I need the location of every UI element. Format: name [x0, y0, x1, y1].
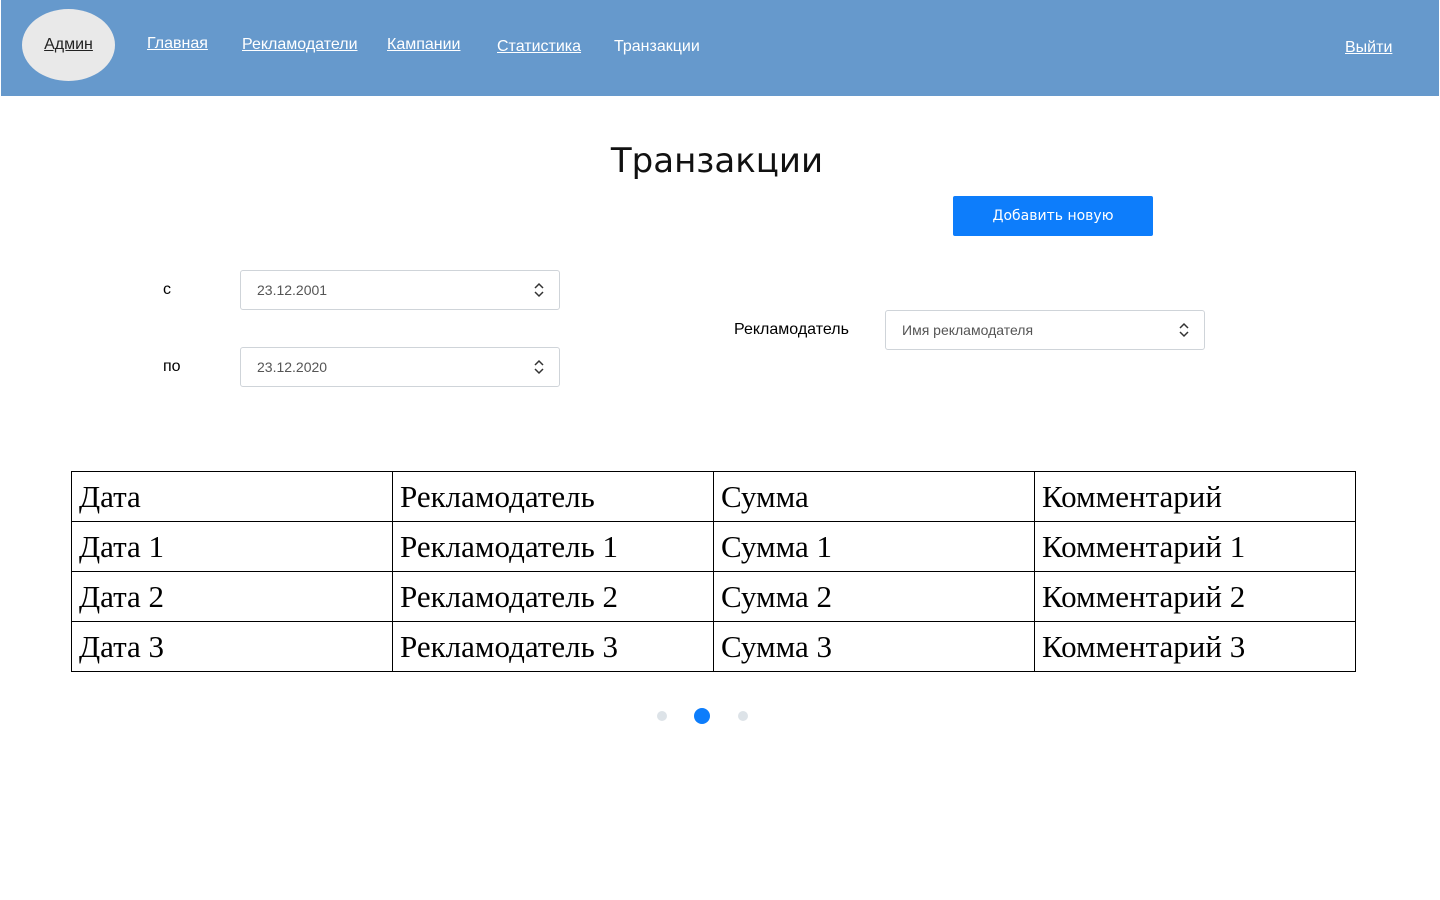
page-dot-2[interactable] [694, 708, 710, 724]
cell-advertiser: Рекламодатель 2 [392, 571, 714, 622]
column-header-amount: Сумма [713, 471, 1035, 522]
cell-amount: Сумма 1 [713, 521, 1035, 572]
cell-amount: Сумма 3 [713, 621, 1035, 672]
column-header-advertiser: Рекламодатель [392, 471, 714, 522]
chevron-up-down-icon [534, 359, 544, 375]
cell-comment: Комментарий 1 [1034, 521, 1356, 572]
top-nav-bar: Админ Главная Рекламодатели Кампании Ста… [1, 0, 1439, 96]
date-to-select[interactable]: 23.12.2020 [240, 347, 560, 387]
page-dot-1[interactable] [657, 711, 667, 721]
nav-link-advertisers[interactable]: Рекламодатели [242, 36, 358, 54]
page-title: Транзакции [610, 141, 824, 181]
advertiser-placeholder: Имя рекламодателя [902, 322, 1034, 338]
cell-date: Дата 1 [71, 521, 393, 572]
date-to-label: по [163, 358, 181, 375]
chevron-up-down-icon [534, 282, 544, 298]
column-header-date: Дата [71, 471, 393, 522]
table-header-row: Дата Рекламодатель Сумма Комментарий [71, 471, 1356, 522]
pagination-dots [652, 704, 762, 728]
date-from-value: 23.12.2001 [257, 282, 328, 298]
cell-comment: Комментарий 2 [1034, 571, 1356, 622]
column-header-comment: Комментарий [1034, 471, 1356, 522]
table-row[interactable]: Дата 3 Рекламодатель 3 Сумма 3 Комментар… [71, 621, 1356, 672]
advertiser-select[interactable]: Имя рекламодателя [885, 310, 1205, 350]
chevron-up-down-icon [1179, 322, 1189, 338]
cell-advertiser: Рекламодатель 1 [392, 521, 714, 572]
cell-advertiser: Рекламодатель 3 [392, 621, 714, 672]
cell-comment: Комментарий 3 [1034, 621, 1356, 672]
nav-link-transactions[interactable]: Транзакции [614, 38, 700, 56]
date-from-label: с [163, 281, 171, 298]
logout-link[interactable]: Выйти [1345, 39, 1392, 57]
advertiser-label: Рекламодатель [734, 321, 849, 338]
date-from-select[interactable]: 23.12.2001 [240, 270, 560, 310]
cell-date: Дата 2 [71, 571, 393, 622]
transactions-table: Дата Рекламодатель Сумма Комментарий Дат… [71, 471, 1356, 672]
nav-link-home[interactable]: Главная [147, 35, 208, 53]
cell-date: Дата 3 [71, 621, 393, 672]
table-row[interactable]: Дата 2 Рекламодатель 2 Сумма 2 Комментар… [71, 571, 1356, 622]
cell-amount: Сумма 2 [713, 571, 1035, 622]
table-row[interactable]: Дата 1 Рекламодатель 1 Сумма 1 Комментар… [71, 521, 1356, 572]
add-new-button[interactable]: Добавить новую [953, 196, 1153, 236]
nav-link-statistics[interactable]: Статистика [497, 38, 581, 56]
user-badge-link[interactable]: Админ [22, 9, 115, 81]
date-to-value: 23.12.2020 [257, 359, 328, 375]
nav-link-campaigns[interactable]: Кампании [387, 36, 461, 54]
page-dot-3[interactable] [738, 711, 748, 721]
